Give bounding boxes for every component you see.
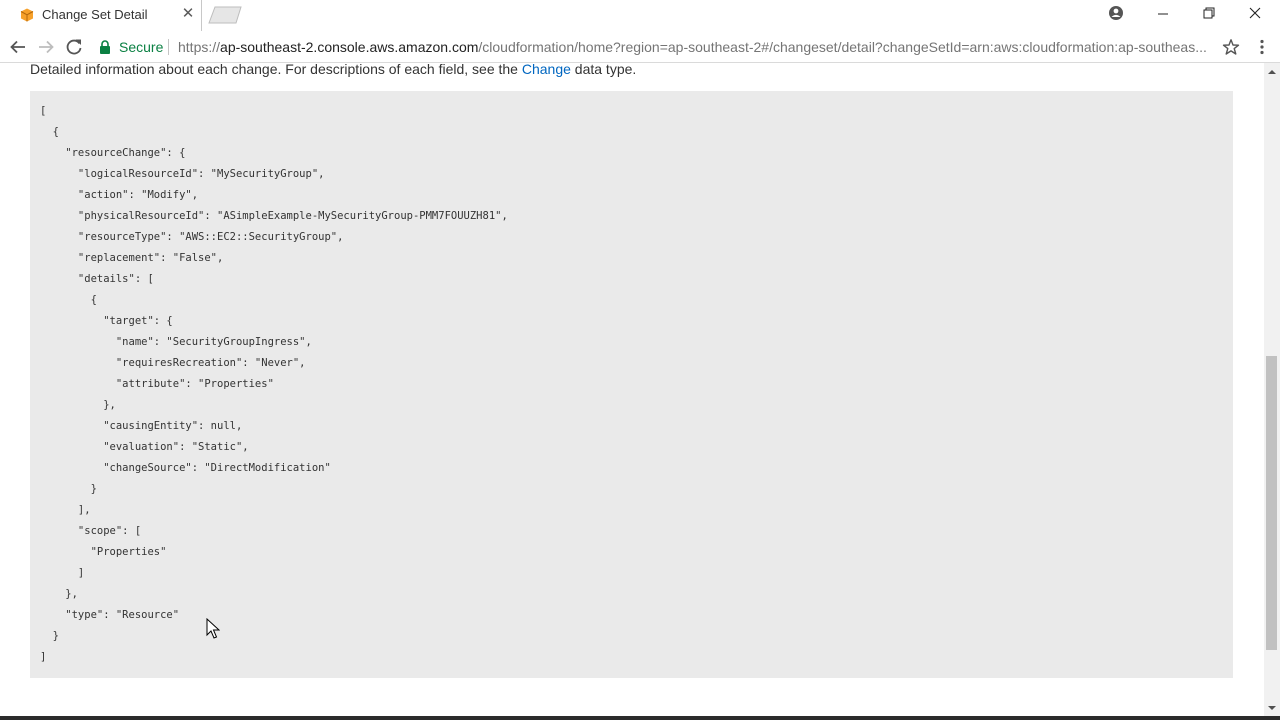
forward-arrow-icon[interactable] (34, 35, 58, 59)
reload-icon[interactable] (62, 35, 86, 59)
code-line: "resourceType": "AWS::EC2::SecurityGroup… (40, 231, 344, 243)
code-line: "target": { (40, 315, 173, 327)
secure-label: Secure (119, 39, 164, 55)
scroll-up-arrow-icon[interactable] (1264, 67, 1280, 77)
vertical-scrollbar[interactable] (1264, 63, 1280, 716)
page-viewport: Detailed information about each change. … (0, 63, 1264, 716)
code-line: "name": "SecurityGroupIngress", (40, 336, 312, 348)
aws-cube-icon (20, 8, 34, 22)
code-line: "logicalResourceId": "MySecurityGroup", (40, 168, 325, 180)
restore-icon[interactable] (1186, 0, 1232, 28)
code-line: }, (40, 399, 116, 411)
code-line: "details": [ (40, 273, 154, 285)
mouse-cursor-icon (206, 618, 220, 639)
close-window-icon[interactable] (1232, 0, 1278, 28)
code-line: } (40, 483, 97, 495)
tab-close-icon[interactable]: ✕ (181, 6, 195, 21)
address-bar[interactable]: Secure https://ap-southeast-2.console.aw… (90, 35, 1250, 59)
tab-title: Change Set Detail (42, 7, 148, 22)
taskbar-edge (0, 716, 1280, 720)
code-line: ] (40, 567, 85, 579)
omnibox-divider (168, 39, 169, 55)
browser-window: Change Set Detail ✕ Secure https://ap-so… (0, 0, 1280, 720)
code-line: "changeSource": "DirectModification" (40, 462, 331, 474)
change-doc-link[interactable]: Change (522, 63, 571, 77)
code-line: "scope": [ (40, 525, 142, 537)
url-text[interactable]: https://ap-southeast-2.console.aws.amazo… (178, 39, 1212, 55)
code-line: [ (40, 105, 47, 117)
new-tab-button[interactable] (208, 6, 244, 24)
intro-text-before: Detailed information about each change. … (30, 63, 522, 77)
scrollbar-thumb[interactable] (1266, 356, 1277, 650)
code-line: "attribute": "Properties" (40, 378, 274, 390)
code-line: "requiresRecreation": "Never", (40, 357, 306, 369)
tab-strip: Change Set Detail ✕ (0, 0, 1280, 31)
lock-icon (100, 40, 110, 54)
bookmark-star-icon[interactable] (1222, 38, 1240, 56)
browser-toolbar: Secure https://ap-southeast-2.console.aw… (0, 31, 1280, 63)
intro-text-after: data type. (570, 63, 637, 77)
code-line: "action": "Modify", (40, 189, 199, 201)
browser-tab[interactable]: Change Set Detail ✕ (6, 0, 202, 31)
code-line: "evaluation": "Static", (40, 441, 249, 453)
url-scheme: https:// (178, 39, 221, 55)
code-line: { (40, 126, 59, 138)
change-intro-text: Detailed information about each change. … (30, 63, 636, 77)
code-line: { (40, 294, 97, 306)
back-arrow-icon[interactable] (6, 35, 30, 59)
url-path: /cloudformation/home?region=ap-southeast… (478, 39, 1207, 55)
code-line: "resourceChange": { (40, 147, 186, 159)
minimize-icon[interactable] (1140, 0, 1186, 28)
code-line: "physicalResourceId": "ASimpleExample-My… (40, 210, 508, 222)
profile-icon[interactable] (1093, 0, 1139, 28)
url-host: ap-southeast-2.console.aws.amazon.com (220, 39, 479, 55)
code-line: "replacement": "False", (40, 252, 224, 264)
changes-json-code-block: [ { "resourceChange": { "logicalResource… (30, 91, 1233, 678)
code-line: }, (40, 588, 78, 600)
code-line: ] (40, 651, 47, 663)
scroll-down-arrow-icon[interactable] (1264, 703, 1280, 713)
code-line: "causingEntity": null, (40, 420, 243, 432)
more-menu-icon[interactable] (1254, 39, 1270, 55)
code-line: "Properties" (40, 546, 167, 558)
code-line: ], (40, 504, 91, 516)
